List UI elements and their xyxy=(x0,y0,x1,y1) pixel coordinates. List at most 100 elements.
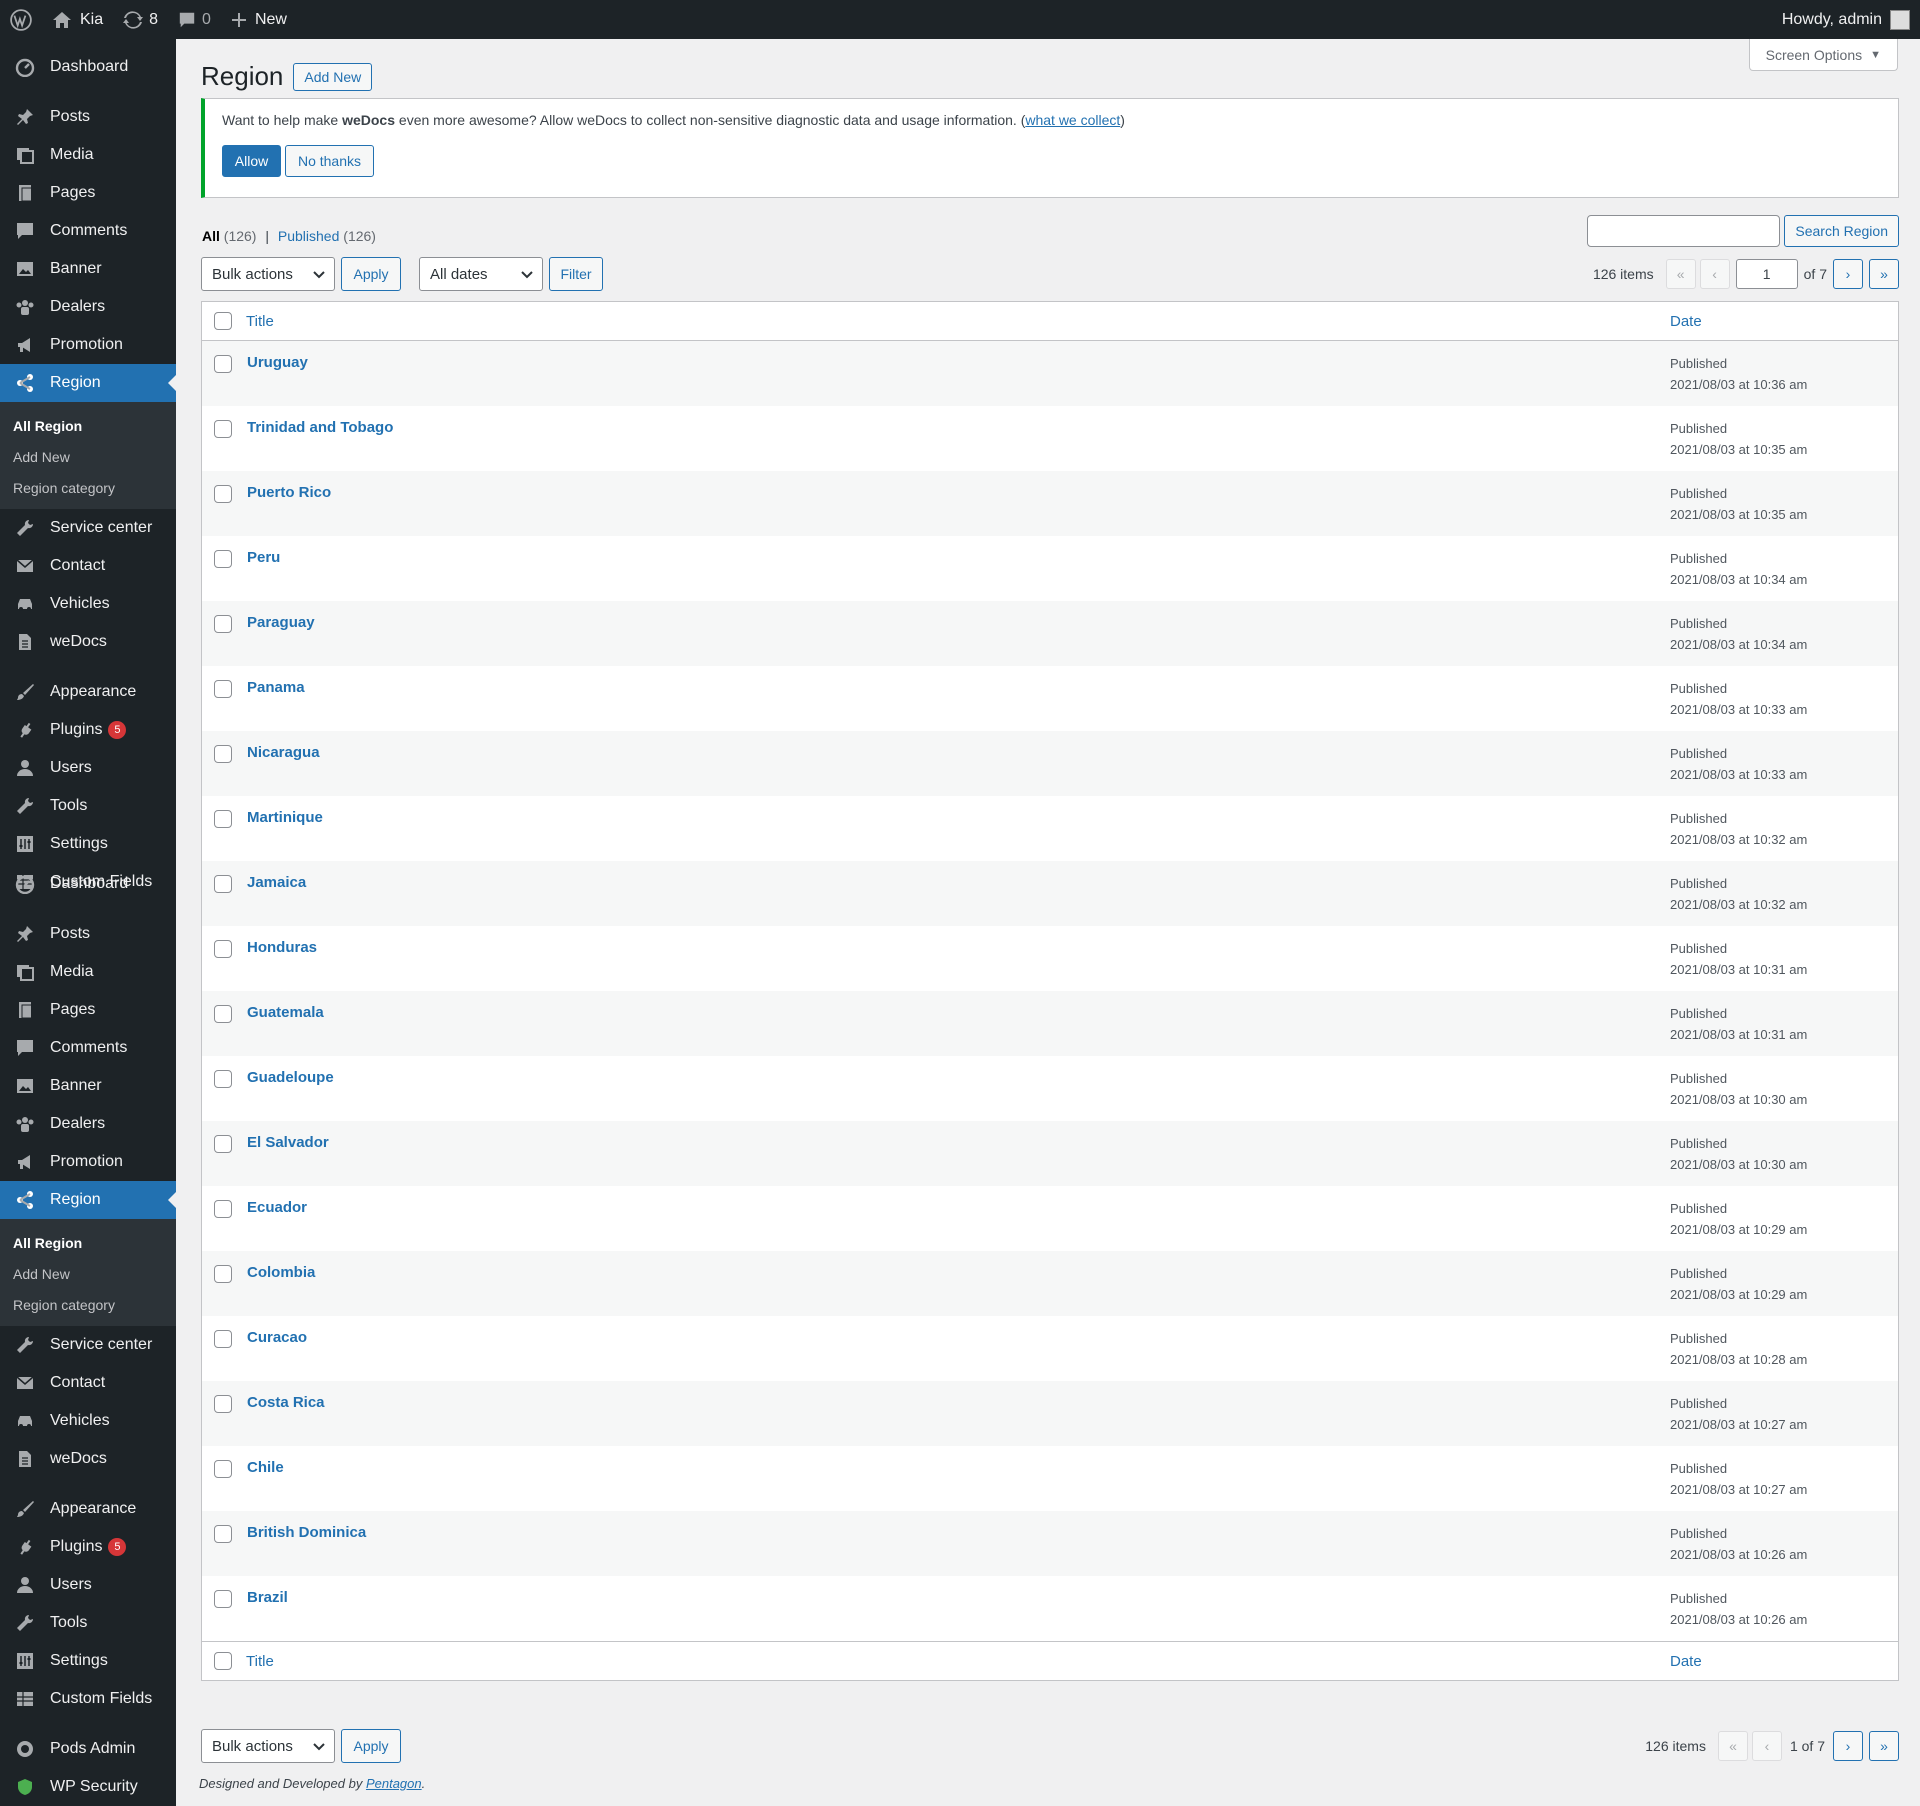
row-title-link[interactable]: British Dominica xyxy=(247,1523,1670,1541)
search-region-button[interactable]: Search Region xyxy=(1784,215,1899,247)
sidebar-item-posts[interactable]: Posts xyxy=(0,98,176,136)
sidebar-item-pages[interactable]: Pages xyxy=(0,174,176,212)
sidebar-item-banner[interactable]: Banner xyxy=(0,1067,176,1105)
row-checkbox[interactable] xyxy=(214,1395,232,1413)
submenu-item-all-region[interactable]: All Region xyxy=(0,1227,176,1258)
column-title-sort-bottom[interactable]: Title xyxy=(246,1653,1670,1670)
row-title-link[interactable]: Panama xyxy=(247,678,1670,696)
apply-button[interactable]: Apply xyxy=(341,257,401,291)
my-account-link[interactable]: Howdy, admin xyxy=(1772,0,1920,39)
row-checkbox[interactable] xyxy=(214,810,232,828)
row-checkbox[interactable] xyxy=(214,1005,232,1023)
sidebar-item-dashboard[interactable]: Dashboard xyxy=(0,865,176,903)
what-we-collect-link[interactable]: what we collect xyxy=(1025,112,1120,128)
allow-button[interactable]: Allow xyxy=(222,145,281,177)
sidebar-item-posts[interactable]: Posts xyxy=(0,915,176,953)
row-title-link[interactable]: Honduras xyxy=(247,938,1670,956)
row-title-link[interactable]: Nicaragua xyxy=(247,743,1670,761)
sidebar-item-wedocs[interactable]: weDocs xyxy=(0,1440,176,1478)
no-thanks-button[interactable]: No thanks xyxy=(285,145,374,177)
row-title-link[interactable]: Jamaica xyxy=(247,873,1670,891)
row-title-link[interactable]: Guadeloupe xyxy=(247,1068,1670,1086)
submenu-item-region-category[interactable]: Region category xyxy=(0,1289,176,1320)
wordpress-logo-button[interactable] xyxy=(0,0,42,39)
sidebar-item-dashboard[interactable]: Dashboard xyxy=(0,48,176,86)
apply-button-bottom[interactable]: Apply xyxy=(341,1729,401,1763)
updates-link[interactable]: 8 xyxy=(113,0,168,39)
row-checkbox[interactable] xyxy=(214,1265,232,1283)
row-checkbox[interactable] xyxy=(214,745,232,763)
sidebar-item-custom-fields[interactable]: Custom Fields xyxy=(0,1680,176,1718)
date-filter-select[interactable]: All dates xyxy=(419,257,543,291)
site-name-link[interactable]: Kia xyxy=(42,0,113,39)
row-checkbox[interactable] xyxy=(214,355,232,373)
row-checkbox[interactable] xyxy=(214,550,232,568)
sidebar-item-tools[interactable]: Tools xyxy=(0,1604,176,1642)
sidebar-item-appearance[interactable]: Appearance xyxy=(0,673,176,711)
sidebar-item-service-center[interactable]: Service center xyxy=(0,1326,176,1364)
sidebar-item-promotion[interactable]: Promotion xyxy=(0,1143,176,1181)
sidebar-item-pods-admin[interactable]: Pods Admin xyxy=(0,1730,176,1768)
row-title-link[interactable]: Brazil xyxy=(247,1588,1670,1606)
sidebar-item-wedocs[interactable]: weDocs xyxy=(0,623,176,661)
view-published[interactable]: Published (126) xyxy=(278,228,376,244)
submenu-item-all-region[interactable]: All Region xyxy=(0,410,176,441)
row-title-link[interactable]: El Salvador xyxy=(247,1133,1670,1151)
sidebar-item-settings[interactable]: Settings xyxy=(0,825,176,863)
row-checkbox[interactable] xyxy=(214,1590,232,1608)
sidebar-item-comments[interactable]: Comments xyxy=(0,1029,176,1067)
sidebar-item-promotion[interactable]: Promotion xyxy=(0,326,176,364)
submenu-item-add-new[interactable]: Add New xyxy=(0,441,176,472)
sidebar-item-dealers[interactable]: Dealers xyxy=(0,1105,176,1143)
sidebar-item-wp-security[interactable]: WP Security xyxy=(0,1768,176,1806)
current-page-input[interactable]: 1 xyxy=(1735,259,1798,289)
row-title-link[interactable]: Peru xyxy=(247,548,1670,566)
select-all-checkbox[interactable] xyxy=(214,312,232,330)
view-all[interactable]: All (126) xyxy=(202,228,256,244)
sidebar-item-users[interactable]: Users xyxy=(0,1566,176,1604)
sidebar-item-banner[interactable]: Banner xyxy=(0,250,176,288)
column-date-sort-bottom[interactable]: Date xyxy=(1670,1653,1898,1670)
row-checkbox[interactable] xyxy=(214,1330,232,1348)
row-checkbox[interactable] xyxy=(214,1135,232,1153)
row-title-link[interactable]: Paraguay xyxy=(247,613,1670,631)
row-title-link[interactable]: Colombia xyxy=(247,1263,1670,1281)
sidebar-item-contact[interactable]: Contact xyxy=(0,1364,176,1402)
bulk-actions-select-bottom[interactable]: Bulk actions xyxy=(201,1729,335,1763)
row-checkbox[interactable] xyxy=(214,615,232,633)
row-title-link[interactable]: Guatemala xyxy=(247,1003,1670,1021)
sidebar-item-region[interactable]: Region xyxy=(0,364,176,402)
next-page-button-bottom[interactable]: › xyxy=(1833,1731,1863,1761)
row-title-link[interactable]: Curacao xyxy=(247,1328,1670,1346)
row-title-link[interactable]: Uruguay xyxy=(247,353,1670,371)
sidebar-item-settings[interactable]: Settings xyxy=(0,1642,176,1680)
sidebar-item-contact[interactable]: Contact xyxy=(0,547,176,585)
row-checkbox[interactable] xyxy=(214,1525,232,1543)
submenu-item-region-category[interactable]: Region category xyxy=(0,472,176,503)
sidebar-item-service-center[interactable]: Service center xyxy=(0,509,176,547)
sidebar-item-region[interactable]: Region xyxy=(0,1181,176,1219)
sidebar-item-media[interactable]: Media xyxy=(0,953,176,991)
row-checkbox[interactable] xyxy=(214,1460,232,1478)
sidebar-item-plugins[interactable]: Plugins 5 xyxy=(0,1528,176,1566)
row-checkbox[interactable] xyxy=(214,680,232,698)
pentagon-link[interactable]: Pentagon xyxy=(366,1776,422,1791)
row-title-link[interactable]: Puerto Rico xyxy=(247,483,1670,501)
comments-link[interactable]: 0 xyxy=(168,0,221,39)
sidebar-item-plugins[interactable]: Plugins 5 xyxy=(0,711,176,749)
sidebar-item-users[interactable]: Users xyxy=(0,749,176,787)
row-checkbox[interactable] xyxy=(214,940,232,958)
row-checkbox[interactable] xyxy=(214,485,232,503)
row-checkbox[interactable] xyxy=(214,1070,232,1088)
row-title-link[interactable]: Martinique xyxy=(247,808,1670,826)
row-title-link[interactable]: Ecuador xyxy=(247,1198,1670,1216)
sidebar-item-comments[interactable]: Comments xyxy=(0,212,176,250)
next-page-button[interactable]: › xyxy=(1833,259,1863,289)
screen-options-button[interactable]: Screen Options ▼ xyxy=(1748,39,1898,71)
row-title-link[interactable]: Chile xyxy=(247,1458,1670,1476)
sidebar-item-pages[interactable]: Pages xyxy=(0,991,176,1029)
column-date-sort[interactable]: Date xyxy=(1670,313,1898,330)
select-all-checkbox-bottom[interactable] xyxy=(214,1652,232,1670)
last-page-button[interactable]: » xyxy=(1869,259,1899,289)
sidebar-item-dealers[interactable]: Dealers xyxy=(0,288,176,326)
